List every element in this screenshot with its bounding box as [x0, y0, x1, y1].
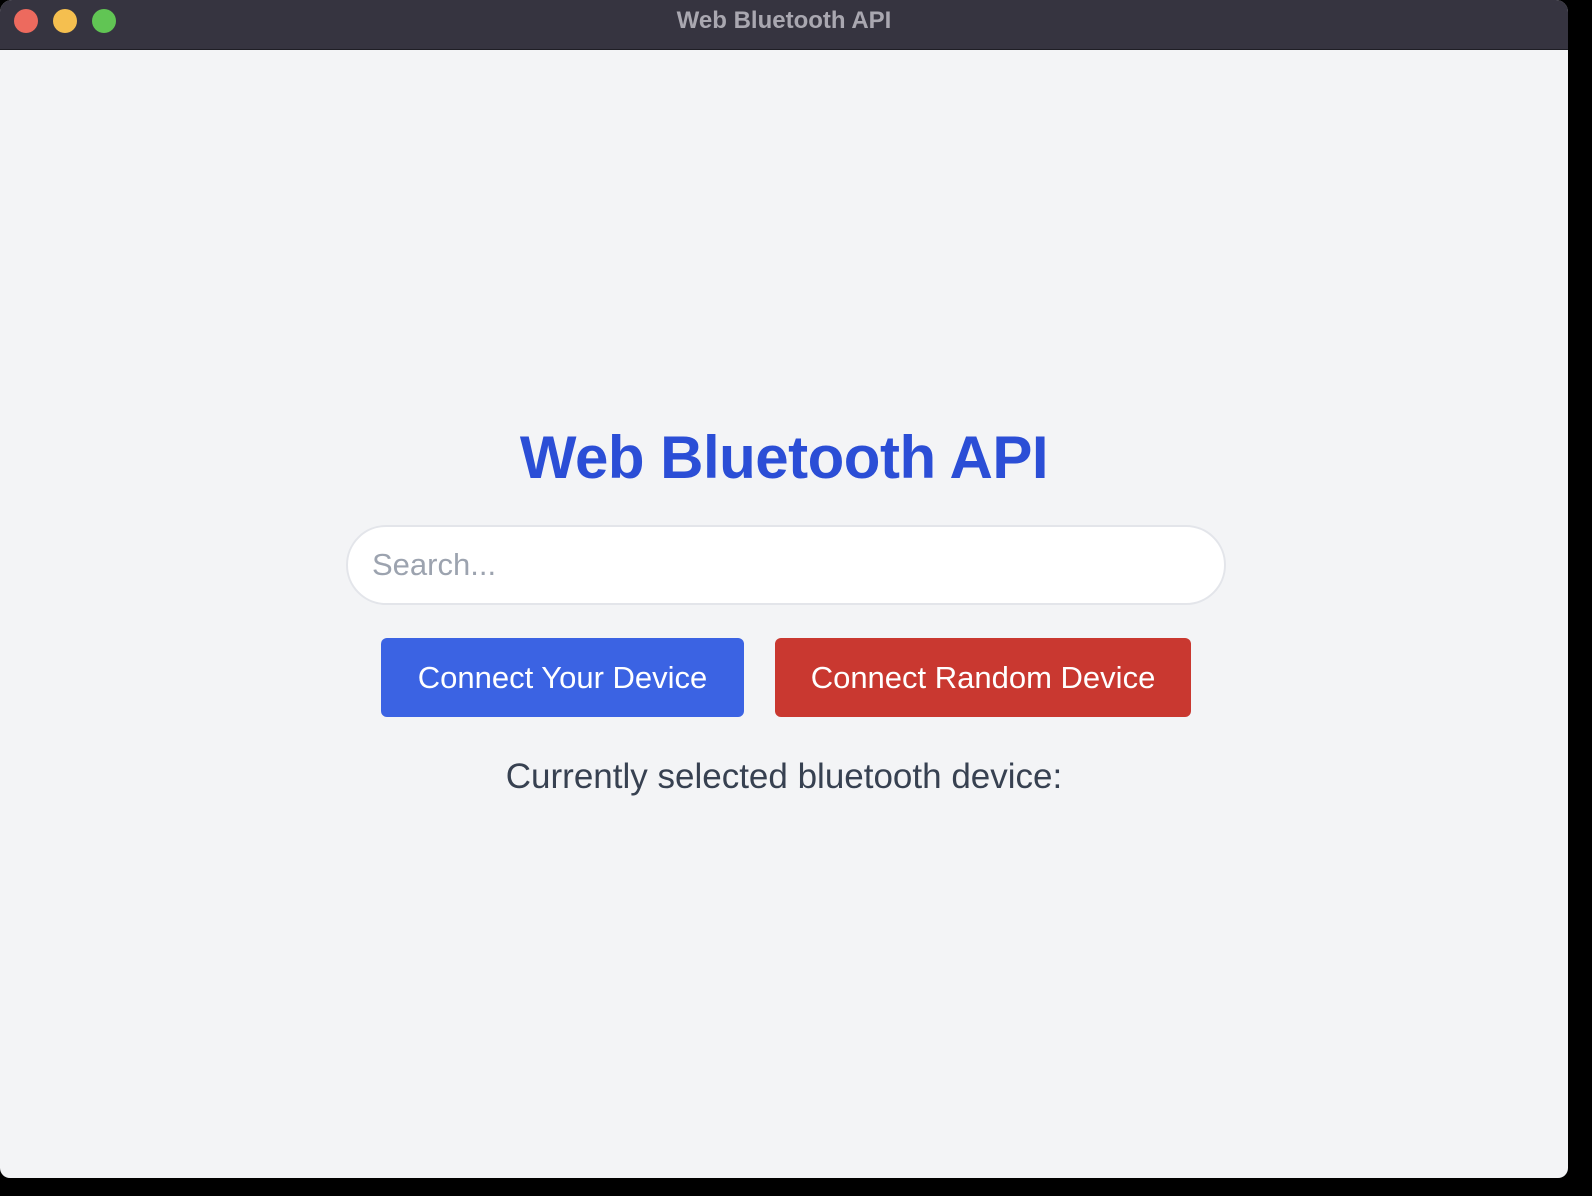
selected-device-label: Currently selected bluetooth device:	[505, 757, 1063, 796]
connect-random-device-button[interactable]: Connect Random Device	[775, 638, 1191, 717]
title-bar: Web Bluetooth API	[0, 0, 1568, 50]
connect-your-device-button[interactable]: Connect Your Device	[381, 638, 744, 717]
window-title: Web Bluetooth API	[676, 7, 892, 34]
search-input[interactable]	[346, 525, 1226, 605]
app-window: Web Bluetooth API Web Bluetooth API Conn…	[0, 0, 1568, 1178]
page-heading: Web Bluetooth API	[519, 424, 1049, 491]
